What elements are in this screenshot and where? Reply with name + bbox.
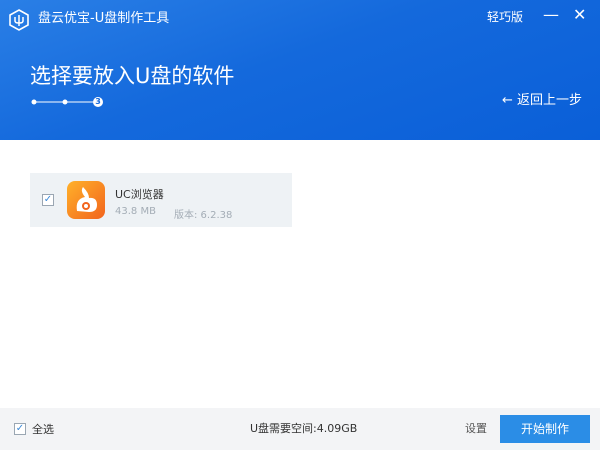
page-title: 选择要放入U盘的软件 bbox=[30, 64, 235, 88]
required-space: U盘需要空间:4.09GB bbox=[250, 422, 358, 435]
back-button[interactable]: ← 返回上一步 bbox=[502, 91, 582, 111]
step-2-dot bbox=[62, 99, 68, 105]
edition-label[interactable]: 轻巧版 bbox=[487, 7, 523, 27]
minimize-button[interactable]: — bbox=[543, 5, 559, 25]
arrow-left-icon: ← bbox=[502, 93, 513, 108]
back-label: 返回上一步 bbox=[517, 93, 583, 108]
software-checkbox[interactable]: ✓ bbox=[42, 194, 54, 206]
step-1-dot bbox=[31, 99, 37, 105]
app-title: 盘云优宝-U盘制作工具 bbox=[38, 11, 170, 26]
select-all-label[interactable]: 全选 bbox=[32, 423, 54, 437]
settings-button[interactable]: 设置 bbox=[465, 422, 487, 436]
app-logo-icon bbox=[9, 9, 29, 31]
select-all-checkbox[interactable]: ✓ bbox=[14, 423, 26, 435]
software-name: UC浏览器 bbox=[115, 188, 164, 201]
software-version: 版本: 6.2.38 bbox=[174, 210, 233, 221]
header: 盘云优宝-U盘制作工具 轻巧版 — ✕ 选择要放入U盘的软件 3 ← 返回上一步 bbox=[0, 0, 600, 140]
uc-browser-icon bbox=[67, 181, 105, 219]
software-size: 43.8 MB bbox=[115, 206, 156, 217]
current-step: 3 bbox=[95, 97, 101, 106]
close-button[interactable]: ✕ bbox=[573, 5, 586, 25]
footer: ✓ 全选 U盘需要空间:4.09GB 设置 开始制作 bbox=[0, 408, 600, 450]
start-button[interactable]: 开始制作 bbox=[500, 415, 590, 443]
software-item[interactable]: ✓ UC浏览器 43.8 MB 版本: 6.2.38 bbox=[30, 173, 292, 227]
